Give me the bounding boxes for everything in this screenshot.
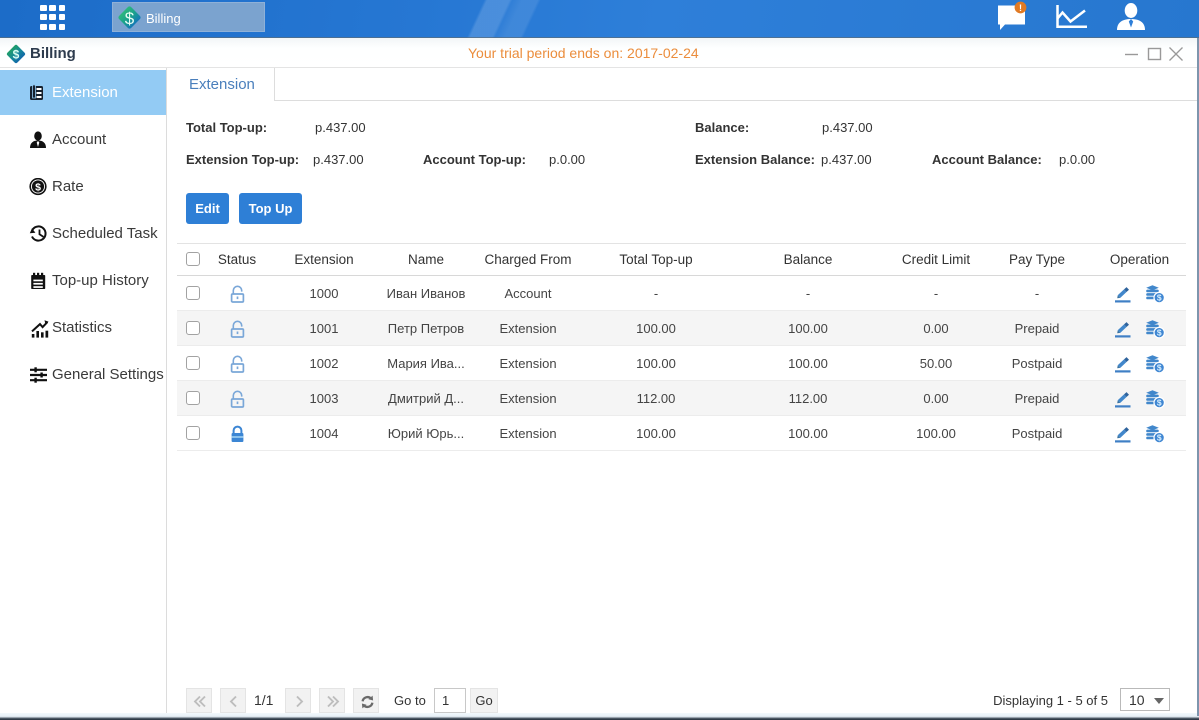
svg-text:$: $ xyxy=(1157,362,1162,372)
svg-text:$: $ xyxy=(1157,432,1162,442)
svg-text:$: $ xyxy=(13,48,20,62)
svg-text:$: $ xyxy=(1157,397,1162,407)
svg-text:$: $ xyxy=(1157,327,1162,337)
svg-text:$: $ xyxy=(35,182,41,194)
svg-text:!: ! xyxy=(1019,3,1022,13)
svg-text:$: $ xyxy=(1157,292,1162,302)
svg-text:$: $ xyxy=(125,9,135,28)
